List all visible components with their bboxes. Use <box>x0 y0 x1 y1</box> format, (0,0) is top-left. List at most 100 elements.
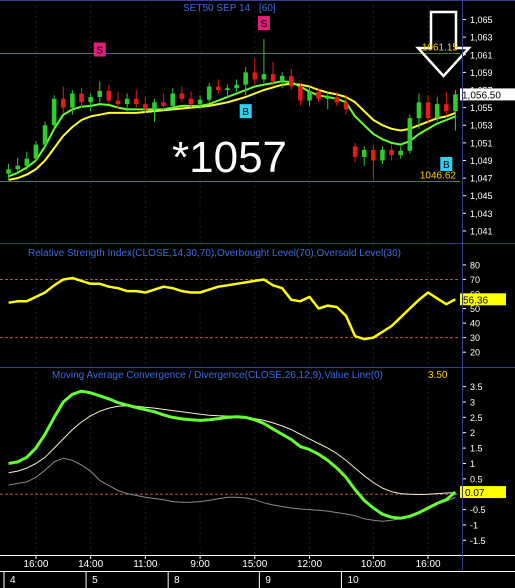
candle-body <box>51 98 57 126</box>
candle-body <box>206 86 212 100</box>
hour-tick-label: 11:00 <box>133 559 158 570</box>
macd-y-tick-label: 0.5 <box>470 474 483 484</box>
candle-body <box>33 144 39 159</box>
rsi-y-tick-label: 80 <box>470 260 480 270</box>
hour-tick-label: 16:00 <box>416 559 441 570</box>
buy-marker-label: B <box>242 107 249 118</box>
candle-body <box>243 72 248 85</box>
candle-body <box>88 97 93 103</box>
candle-body <box>425 102 431 119</box>
candle-body <box>161 102 166 106</box>
sell-marker-label: S <box>96 45 103 56</box>
rsi-y-tick-label: 40 <box>470 319 480 329</box>
macd-y-tick-label: 1.5 <box>470 444 483 454</box>
rsi-title: Relative Strength Index(CLOSE,14,30,70),… <box>28 248 401 259</box>
macd-y-tick-label: -1 <box>470 520 478 530</box>
day-tick-label: 4 <box>10 575 16 586</box>
candle-body <box>79 93 84 103</box>
candle-body <box>70 93 75 108</box>
hour-tick-label: 14:00 <box>78 559 103 570</box>
hour-tick-label: 15:00 <box>242 559 267 570</box>
candle-body <box>398 150 403 156</box>
price-y-tick-label: 1,041 <box>470 226 493 236</box>
macd-last-value: 0.07 <box>465 488 485 499</box>
macd-header-value: 3.50 <box>428 370 448 381</box>
macd-y-tick-label: 3.5 <box>470 382 483 392</box>
candle-body <box>371 149 376 161</box>
hour-tick-label: 16:00 <box>23 559 48 570</box>
candle-body <box>434 104 440 119</box>
price-y-tick-label: 1,053 <box>470 121 493 131</box>
macd-y-tick-label: 2.5 <box>470 413 483 423</box>
hour-tick-label: 9:00 <box>190 559 210 570</box>
candle-body <box>234 84 239 89</box>
price-interval-label: [60] <box>259 3 276 14</box>
candle-body <box>6 169 11 174</box>
candle <box>407 114 413 154</box>
price-y-tick-label: 1,049 <box>470 156 493 166</box>
price-y-tick-label: 1,043 <box>470 209 493 219</box>
macd-y-tick-label: -0.5 <box>470 505 486 515</box>
candle-body <box>298 86 303 101</box>
price-y-tick-label: 1,051 <box>470 138 493 148</box>
lower-level-label: 1046.62 <box>420 170 457 181</box>
day-tick-label: 9 <box>265 575 271 586</box>
day-tick-label: 8 <box>174 575 180 586</box>
candle-body <box>307 91 312 101</box>
rsi-last-value: 56.36 <box>463 295 488 306</box>
candle-body <box>61 98 66 108</box>
sell-marker-label: S <box>261 19 268 30</box>
candle-body <box>106 90 112 101</box>
price-y-tick-label: 1,055 <box>470 103 493 113</box>
chart-background <box>0 0 515 588</box>
candle-body <box>416 102 422 119</box>
candle-body <box>225 88 230 90</box>
candle-body <box>152 102 157 110</box>
macd-y-tick-label: -1.5 <box>470 536 486 546</box>
candle-body <box>124 98 130 105</box>
candle-body <box>143 104 148 110</box>
candle-body <box>261 74 267 80</box>
candle-body <box>279 75 285 82</box>
candle-body <box>170 93 175 106</box>
candle-body <box>252 72 258 80</box>
candle-body <box>343 102 349 110</box>
candle-body <box>361 149 367 157</box>
rsi-y-tick-label: 70 <box>470 275 480 285</box>
macd-y-tick-label: 1 <box>470 459 475 469</box>
hour-tick-label: 10:00 <box>361 559 386 570</box>
candle-body <box>197 99 203 105</box>
candle-body <box>216 86 221 90</box>
candle-body <box>133 98 139 105</box>
price-y-tick-label: 1,061 <box>470 50 493 60</box>
macd-y-tick-label: 3 <box>470 397 475 407</box>
candle-body <box>97 90 103 98</box>
buy-marker: B <box>440 157 453 171</box>
price-y-tick-label: 1,065 <box>470 15 493 25</box>
candle-body <box>42 125 48 145</box>
candle-body <box>24 158 30 166</box>
candle-body <box>316 91 321 99</box>
day-tick-label: 5 <box>92 575 98 586</box>
price-y-tick-label: 1,045 <box>470 191 493 201</box>
candle-body <box>389 149 394 156</box>
macd-title: Moving Average Convergence / Divergence(… <box>52 370 383 381</box>
candle-body <box>270 74 276 82</box>
candle-body <box>380 149 385 161</box>
candle-body <box>407 118 413 151</box>
buy-marker: B <box>239 104 252 119</box>
sell-marker: S <box>257 16 270 31</box>
price-y-tick-label: 1,059 <box>470 68 493 78</box>
price-title: SET50 SEP 14 <box>183 3 251 14</box>
hour-tick-label: 12:00 <box>297 559 322 570</box>
candle-body <box>289 75 294 87</box>
rsi-y-tick-label: 20 <box>470 348 480 358</box>
big-annotation: *1057 <box>172 133 287 182</box>
candle <box>51 95 57 129</box>
candle-body <box>444 104 449 112</box>
candle-body <box>352 146 358 157</box>
sell-marker: S <box>93 42 106 57</box>
trading-chart: SSBB 1,0651,0631,0611,0591,0571,0551,053… <box>0 0 515 588</box>
price-y-tick-label: 1,063 <box>470 33 493 43</box>
candle-body <box>334 97 340 103</box>
